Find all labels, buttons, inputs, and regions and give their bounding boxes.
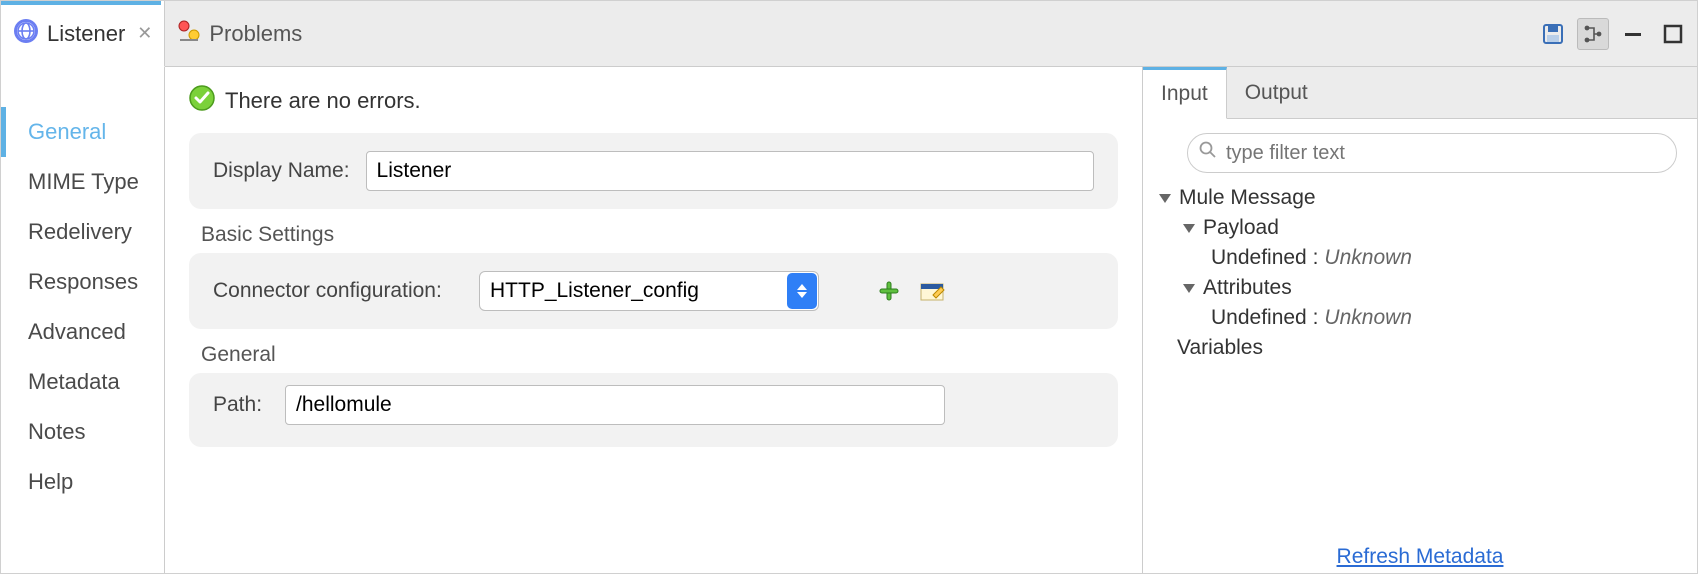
sidebar-item-mime-type[interactable]: MIME Type — [1, 157, 164, 207]
collapse-icon — [1183, 224, 1195, 233]
tab-input[interactable]: Input — [1143, 67, 1227, 119]
form-area: There are no errors. Display Name: Basic… — [165, 67, 1142, 573]
sidebar-item-label: Redelivery — [28, 219, 132, 244]
check-icon — [189, 85, 215, 117]
tree-node-mule-message[interactable]: Mule Message — [1159, 183, 1687, 213]
toolbar — [1537, 1, 1697, 66]
search-icon — [1199, 141, 1217, 165]
app-root: Listener ✕ Problems — [0, 0, 1698, 574]
metadata-panel: Input Output Mule Message — [1142, 67, 1697, 573]
tab-listener-label: Listener — [47, 21, 125, 47]
display-name-input[interactable] — [366, 151, 1094, 191]
tab-input-label: Input — [1161, 82, 1208, 106]
sidebar-item-label: Metadata — [28, 369, 120, 394]
filter-input[interactable] — [1187, 133, 1677, 173]
connector-config-label: Connector configuration: — [213, 279, 463, 303]
metadata-tree: Mule Message Payload Undefined : Unknown… — [1159, 183, 1687, 363]
refresh-metadata-link[interactable]: Refresh Metadata — [1337, 545, 1504, 568]
io-tab-strip: Input Output — [1143, 67, 1697, 119]
close-icon[interactable]: ✕ — [137, 23, 152, 44]
sidebar-item-label: General — [28, 119, 106, 144]
sidebar-item-responses[interactable]: Responses — [1, 257, 164, 307]
sidebar-item-notes[interactable]: Notes — [1, 407, 164, 457]
sidebar-item-label: MIME Type — [28, 169, 139, 194]
tab-problems-label: Problems — [209, 21, 302, 47]
problems-icon — [177, 19, 201, 49]
tree-label: Mule Message — [1179, 186, 1316, 210]
sidebar-item-help[interactable]: Help — [1, 457, 164, 507]
validation-status: There are no errors. — [189, 85, 1118, 117]
tree-leaf-attributes-value[interactable]: Undefined : Unknown — [1159, 303, 1687, 333]
editor-tab-strip: Listener ✕ Problems — [1, 1, 1697, 67]
tab-output-label: Output — [1245, 81, 1308, 105]
tree-label: Variables — [1177, 336, 1263, 360]
sidebar-item-label: Advanced — [28, 319, 126, 344]
tree-value-key: Undefined : — [1211, 306, 1318, 330]
panel-general: Path: — [189, 373, 1118, 447]
display-name-label: Display Name: — [213, 159, 350, 183]
sidebar-item-label: Help — [28, 469, 73, 494]
tree-node-variables[interactable]: Variables — [1159, 333, 1687, 363]
sidebar-item-general[interactable]: General — [1, 107, 164, 157]
tree-value-type: Unknown — [1324, 306, 1412, 330]
heading-basic-settings: Basic Settings — [201, 223, 1118, 247]
sidebar-item-redelivery[interactable]: Redelivery — [1, 207, 164, 257]
maximize-button[interactable] — [1657, 18, 1689, 50]
tab-listener[interactable]: Listener ✕ — [1, 1, 165, 67]
globe-icon — [13, 18, 39, 50]
sidebar-item-metadata[interactable]: Metadata — [1, 357, 164, 407]
sidebar-item-label: Responses — [28, 269, 138, 294]
tree-value-type: Unknown — [1324, 246, 1412, 270]
tree-label: Payload — [1203, 216, 1279, 240]
add-config-button[interactable] — [875, 279, 903, 303]
validation-text: There are no errors. — [225, 88, 421, 114]
collapse-icon — [1183, 284, 1195, 293]
tree-leaf-payload-value[interactable]: Undefined : Unknown — [1159, 243, 1687, 273]
heading-general: General — [201, 343, 1118, 367]
panel-basic-settings: Connector configuration: — [189, 253, 1118, 329]
collapse-icon — [1159, 194, 1171, 203]
tab-output[interactable]: Output — [1227, 67, 1326, 118]
path-input[interactable] — [285, 385, 945, 425]
connector-config-select[interactable] — [479, 271, 819, 311]
edit-config-button[interactable] — [919, 279, 947, 303]
tree-value-key: Undefined : — [1211, 246, 1318, 270]
sidebar-item-label: Notes — [28, 419, 85, 444]
tree-label: Attributes — [1203, 276, 1292, 300]
panel-display-name: Display Name: — [189, 133, 1118, 209]
property-sidebar: General MIME Type Redelivery Responses A… — [1, 67, 165, 573]
tree-toggle-button[interactable] — [1577, 18, 1609, 50]
tree-node-attributes[interactable]: Attributes — [1159, 273, 1687, 303]
save-button[interactable] — [1537, 18, 1569, 50]
path-label: Path: — [213, 393, 269, 417]
sidebar-item-advanced[interactable]: Advanced — [1, 307, 164, 357]
tab-problems[interactable]: Problems — [165, 1, 315, 66]
minimize-button[interactable] — [1617, 18, 1649, 50]
tree-node-payload[interactable]: Payload — [1159, 213, 1687, 243]
